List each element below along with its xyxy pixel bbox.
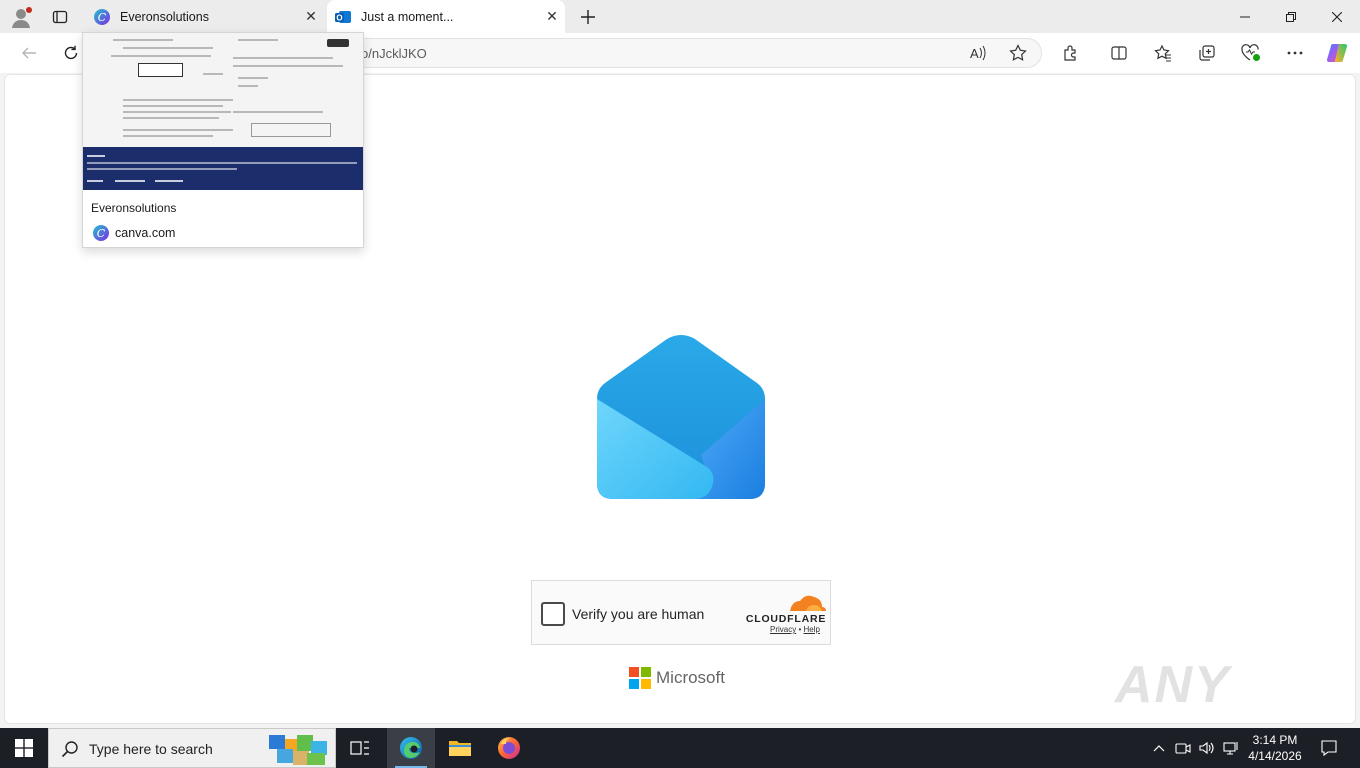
windows-taskbar: Type here to search 3:14 PM 4/14/2026 bbox=[0, 728, 1360, 768]
preview-title: Everonsolutions bbox=[91, 201, 177, 215]
preview-site: C canva.com bbox=[93, 225, 175, 241]
profile-avatar-button[interactable] bbox=[8, 4, 36, 30]
edge-icon bbox=[400, 737, 422, 759]
clock-date: 4/14/2026 bbox=[1248, 749, 1302, 763]
browser-essentials-icon[interactable] bbox=[1236, 39, 1266, 67]
tab-everonsolutions[interactable]: C Everonsolutions ✕ bbox=[86, 0, 324, 33]
cloudflare-logo: CLOUDFLARE bbox=[746, 591, 826, 625]
tab-title: Just a moment... bbox=[361, 9, 454, 24]
tab-close-icon[interactable]: ✕ bbox=[539, 8, 565, 25]
svg-text:C: C bbox=[97, 227, 106, 240]
search-icon bbox=[61, 740, 79, 763]
favorite-star-icon[interactable] bbox=[1003, 39, 1033, 67]
more-options-icon[interactable] bbox=[1280, 39, 1310, 67]
extensions-icon[interactable] bbox=[1056, 39, 1086, 67]
canva-icon: C bbox=[93, 225, 109, 241]
minimize-button[interactable] bbox=[1222, 0, 1268, 33]
cloudflare-turnstile-widget: Verify you are human CLOUDFLARE Privacy … bbox=[531, 580, 831, 645]
svg-text:C: C bbox=[98, 11, 107, 24]
close-window-button[interactable] bbox=[1314, 0, 1360, 33]
firefox-icon bbox=[498, 737, 520, 759]
collections-icon[interactable] bbox=[1192, 39, 1222, 67]
favorites-icon[interactable] bbox=[1148, 39, 1178, 67]
notifications-icon[interactable] bbox=[1314, 728, 1344, 768]
back-button[interactable] bbox=[14, 39, 44, 67]
anyrun-watermark: ANY RUN bbox=[1115, 656, 1232, 723]
split-screen-icon[interactable] bbox=[1104, 39, 1134, 67]
svg-text:O: O bbox=[336, 13, 342, 22]
verify-label: Verify you are human bbox=[572, 606, 705, 622]
volume-icon[interactable] bbox=[1196, 728, 1218, 768]
windows-icon bbox=[15, 739, 33, 757]
browser-tab-strip: C Everonsolutions ✕ O Just a moment... ✕ bbox=[0, 0, 1360, 33]
tab-just-a-moment[interactable]: O Just a moment... ✕ bbox=[327, 0, 565, 33]
restore-button[interactable] bbox=[1268, 0, 1314, 33]
folder-icon bbox=[449, 741, 471, 756]
cloudflare-wordmark: CLOUDFLARE bbox=[746, 613, 826, 625]
url-text: o/nJcklJKO bbox=[361, 46, 427, 61]
taskbar-search-box[interactable]: Type here to search bbox=[48, 728, 336, 768]
thumbnail-document bbox=[83, 33, 363, 147]
new-tab-button[interactable] bbox=[575, 4, 601, 30]
tab-hover-preview[interactable]: Everonsolutions C canva.com bbox=[82, 32, 364, 248]
outlook-envelope-logo bbox=[597, 333, 765, 501]
verify-checkbox[interactable] bbox=[541, 602, 565, 626]
outlook-icon: O bbox=[335, 9, 351, 25]
preview-thumbnail bbox=[83, 33, 363, 190]
tab-actions-icon[interactable] bbox=[46, 4, 74, 30]
edge-taskbar-button[interactable] bbox=[387, 728, 435, 768]
task-view-icon bbox=[350, 741, 369, 755]
search-highlight-puzzle-icon bbox=[267, 731, 331, 767]
meet-now-icon[interactable] bbox=[1172, 728, 1194, 768]
canva-icon: C bbox=[94, 8, 110, 25]
read-aloud-icon[interactable]: A bbox=[963, 39, 993, 67]
show-hidden-icons-chevron-icon[interactable] bbox=[1148, 728, 1170, 768]
tab-close-icon[interactable]: ✕ bbox=[298, 8, 324, 25]
link-separator: • bbox=[798, 625, 802, 634]
copilot-icon[interactable] bbox=[1322, 39, 1352, 67]
svg-text:A: A bbox=[970, 46, 979, 61]
network-icon[interactable] bbox=[1220, 728, 1242, 768]
cloudflare-links: Privacy • Help bbox=[770, 625, 820, 634]
thumbnail-cookie-banner bbox=[83, 147, 363, 190]
microsoft-logo-icon bbox=[629, 667, 651, 689]
task-view-button[interactable] bbox=[336, 728, 384, 768]
help-link[interactable]: Help bbox=[804, 625, 820, 634]
file-explorer-taskbar-button[interactable] bbox=[436, 728, 484, 768]
clock-time: 3:14 PM bbox=[1252, 733, 1298, 747]
preview-site-label: canva.com bbox=[115, 226, 176, 240]
desktop: C Everonsolutions ✕ O Just a moment... ✕ bbox=[0, 0, 1360, 768]
start-button[interactable] bbox=[0, 728, 48, 768]
taskbar-clock[interactable]: 3:14 PM 4/14/2026 bbox=[1244, 732, 1306, 764]
tab-title: Everonsolutions bbox=[120, 9, 209, 24]
firefox-taskbar-button[interactable] bbox=[485, 728, 533, 768]
search-placeholder: Type here to search bbox=[89, 741, 213, 757]
privacy-link[interactable]: Privacy bbox=[770, 625, 796, 634]
microsoft-wordmark: Microsoft bbox=[656, 668, 725, 687]
microsoft-brand: Microsoft bbox=[629, 666, 725, 690]
